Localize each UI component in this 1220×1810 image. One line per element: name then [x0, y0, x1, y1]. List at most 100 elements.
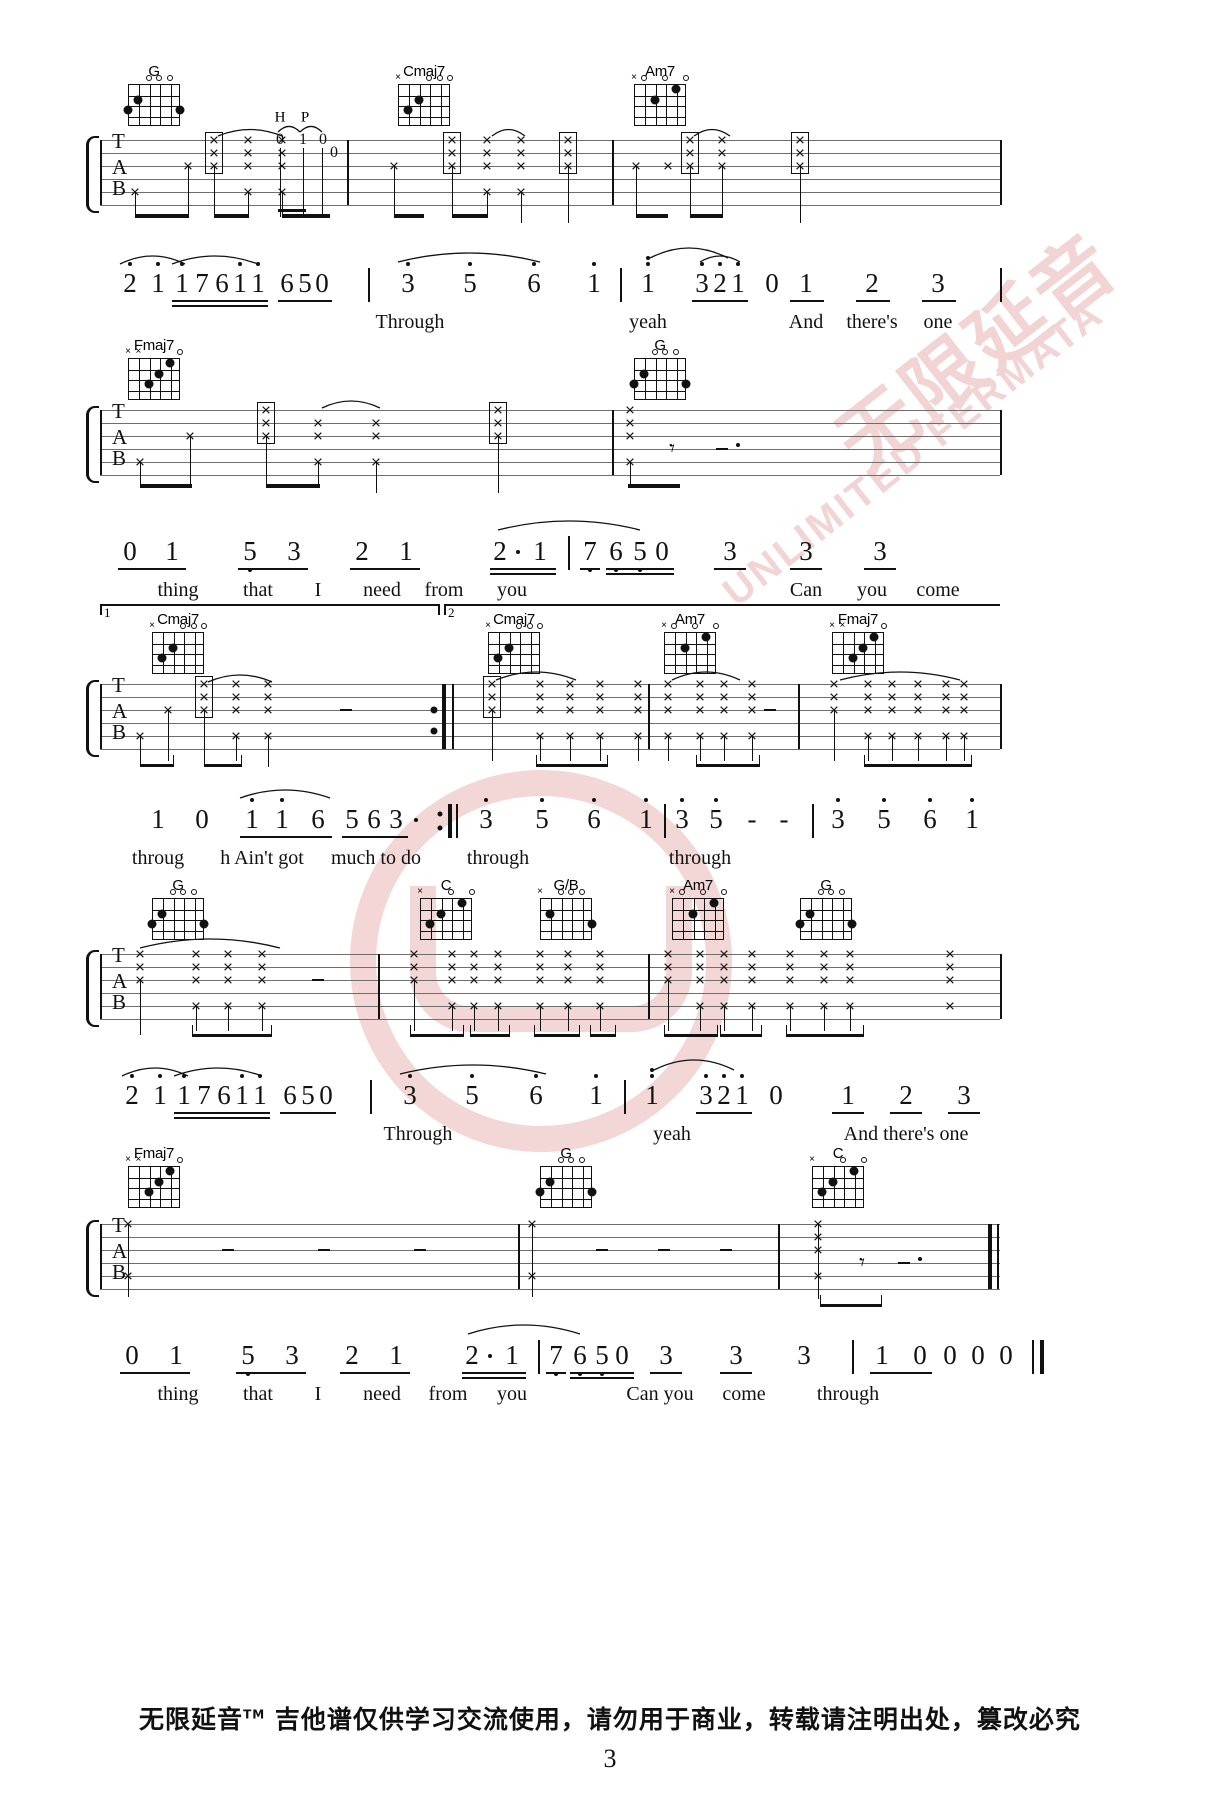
chord-open-marker — [662, 349, 669, 355]
ending-number: 2 — [448, 605, 455, 620]
jianpu-octave-dot-up — [704, 1074, 708, 1078]
staff-line — [100, 449, 1000, 450]
tab-mute-note: × — [719, 700, 729, 720]
chord-fret-line — [399, 116, 449, 118]
jianpu-octave-dot-up — [540, 798, 544, 802]
lyric-word: yeah — [629, 311, 667, 333]
lyric-word: And there's one — [843, 1123, 969, 1145]
jianpu-sustain: - — [747, 804, 757, 834]
chord-fret-line — [399, 95, 449, 97]
lyric-word: one — [923, 311, 953, 333]
slur — [693, 128, 731, 137]
barline — [988, 1224, 992, 1289]
jianpu-note: 3 — [723, 536, 737, 566]
chord-string-line — [170, 85, 172, 125]
staff-line — [100, 192, 1000, 193]
jianpu-note: 1 — [169, 1340, 183, 1370]
chord-open-marker — [861, 1157, 867, 1163]
chord-finger-dot — [650, 95, 660, 105]
jianpu-note: 2 — [125, 1080, 139, 1110]
jianpu-octave-dot-up — [594, 1074, 598, 1078]
chord-open-marker — [526, 623, 533, 629]
jianpu-octave-dot-up — [646, 256, 650, 260]
chord-string-line — [173, 633, 175, 673]
chord-open-marker — [662, 75, 669, 81]
note-stem — [214, 166, 216, 217]
lyric-word: h Ain't got — [220, 847, 304, 869]
chord-grid — [540, 1166, 592, 1208]
chord-string-line — [430, 85, 432, 125]
note-stem — [668, 980, 670, 1031]
ending-line — [444, 604, 1000, 606]
tie-dash — [340, 709, 352, 711]
lyric-word: much to do — [331, 847, 421, 869]
chord-string-line — [561, 899, 563, 939]
ending-left-tick — [444, 604, 446, 615]
jianpu-underline — [714, 568, 746, 570]
note-stem — [303, 148, 305, 217]
chord-string-line — [419, 85, 421, 125]
chord-string-line — [194, 633, 196, 673]
tab-mute-note: × — [516, 156, 526, 176]
chord-open-marker — [177, 349, 183, 355]
jianpu-note: 5 — [241, 1340, 255, 1370]
chord-open-marker — [190, 623, 197, 629]
jianpu-note: 6 — [527, 268, 541, 298]
footer-notice: 无限延音TM 吉他谱仅供学习交流使用，请勿用于商业，转载请注明出处，篡改必究 — [0, 1700, 1220, 1736]
jianpu-note: 6 — [529, 1080, 543, 1110]
note-stem — [414, 980, 416, 1031]
jianpu-octave-dot-up — [970, 798, 974, 802]
jianpu-note: 6 — [217, 1080, 231, 1110]
chord-finger-dot — [535, 1187, 545, 1197]
tab-fret-number: 0 — [276, 131, 284, 148]
lyric-word: come — [916, 579, 960, 601]
jianpu-note: 0 — [943, 1340, 957, 1370]
barline — [812, 804, 814, 838]
lyric-word: Can you — [626, 1383, 694, 1405]
note-stem — [834, 710, 836, 761]
rhythm-bracket — [720, 1025, 762, 1037]
chord-fret-line — [635, 116, 685, 118]
barline — [1000, 140, 1002, 205]
chord-open-marker — [169, 889, 176, 895]
tab-mute-note: × — [493, 970, 503, 990]
note-stem — [521, 192, 523, 223]
jianpu-octave-dot-up — [180, 262, 184, 266]
barline — [1032, 1340, 1034, 1374]
jianpu-underline — [350, 568, 420, 570]
jianpu-underline — [832, 1112, 864, 1114]
chord-finger-dot — [123, 105, 133, 115]
jianpu-octave-dot-up — [650, 1074, 654, 1078]
chord-mute-marker: × — [829, 620, 835, 631]
tab-note-box — [483, 676, 501, 718]
lyric-word: throug — [131, 847, 185, 869]
chord-fret-line — [129, 369, 179, 371]
barline — [997, 1224, 999, 1289]
jianpu-note: 5 — [298, 268, 312, 298]
chord-string-line — [666, 359, 668, 399]
chord-diagram: G — [629, 337, 691, 400]
chord-finger-dot — [504, 643, 514, 653]
note-beam — [135, 214, 189, 218]
chord-diagram: G — [123, 63, 185, 126]
chord-open-marker — [679, 889, 686, 895]
chord-fret-line — [489, 664, 539, 666]
first-ending-bracket: 1 — [100, 604, 440, 620]
chord-string-line — [173, 899, 175, 939]
chord-finger-dot — [425, 919, 435, 929]
jianpu-note: 0 — [315, 268, 329, 298]
note-beam — [266, 484, 320, 488]
staff-line — [100, 410, 1000, 411]
staff-line — [100, 954, 1000, 955]
barline — [370, 1080, 372, 1114]
chord-open-marker — [651, 349, 658, 355]
jianpu-note: 1 — [589, 1080, 603, 1110]
jianpu-note: 2 — [493, 536, 507, 566]
chord-mute-marker: × — [669, 886, 675, 897]
jianpu-note: 0 — [615, 1340, 629, 1370]
chord-string-line — [440, 85, 442, 125]
chord-string-line — [683, 899, 685, 939]
footer-trademark: TM — [243, 1707, 266, 1722]
jianpu-note: 3 — [675, 804, 689, 834]
staff-label-a: A — [112, 155, 128, 179]
